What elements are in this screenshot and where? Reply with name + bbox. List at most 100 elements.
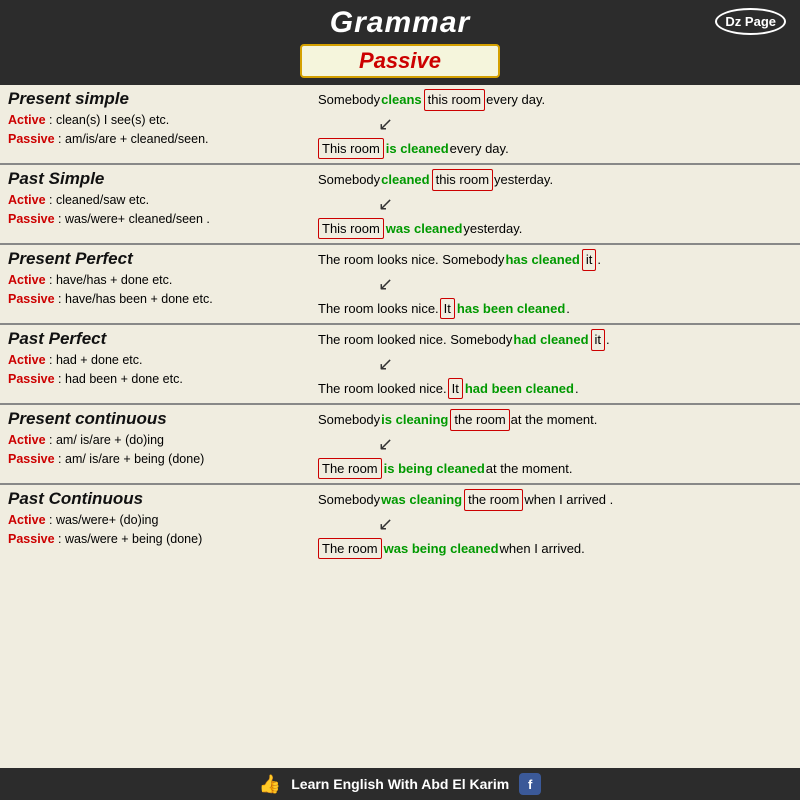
- green-word: was being cleaned: [384, 539, 499, 559]
- passive-label: Passive: [8, 372, 55, 386]
- passive-rule-text: was/were+ cleaned/seen .: [65, 212, 210, 226]
- boxed-word: this room: [424, 89, 485, 111]
- active-rule: Active : have/has + done etc.: [8, 271, 312, 290]
- right-col: Somebody cleaned this room yesterday. ↙ …: [318, 169, 792, 239]
- active-label: Active: [8, 193, 46, 207]
- green-word: is cleaning: [381, 410, 448, 430]
- active-example: Somebody was cleaning the room when I ar…: [318, 489, 792, 511]
- passive-rule: Passive : am/is/are + cleaned/seen.: [8, 130, 312, 149]
- text: every day.: [486, 90, 545, 110]
- passive-example: The room is being cleaned at the moment.: [318, 458, 792, 480]
- active-example: Somebody cleans this room every day.: [318, 89, 792, 111]
- section-title: Present continuous: [8, 409, 312, 429]
- right-col: Somebody cleans this room every day. ↙ T…: [318, 89, 792, 159]
- active-rule-text: had + done etc.: [56, 353, 143, 367]
- passive-rule-text: had been + done etc.: [65, 372, 183, 386]
- boxed-word: the room: [464, 489, 523, 511]
- passive-rule: Passive : was/were+ cleaned/seen .: [8, 210, 312, 229]
- header: Grammar Dz Page Passive: [0, 0, 800, 85]
- fb-icon: f: [519, 773, 541, 795]
- section-past-continuous: Past Continuous Active : was/were+ (do)i…: [0, 485, 800, 563]
- text: every day.: [450, 139, 509, 159]
- green-word: is being cleaned: [384, 459, 485, 479]
- text: at the moment.: [486, 459, 573, 479]
- boxed-word: This room: [318, 218, 384, 240]
- boxed-word: this room: [432, 169, 493, 191]
- left-col: Present continuous Active : am/ is/are +…: [8, 409, 318, 479]
- passive-label: Passive: [8, 452, 55, 466]
- active-label: Active: [8, 433, 46, 447]
- section-title: Present simple: [8, 89, 312, 109]
- passive-label: Passive: [8, 292, 55, 306]
- boxed-word: The room: [318, 458, 382, 480]
- passive-rule: Passive : had been + done etc.: [8, 370, 312, 389]
- green-word: was cleaning: [381, 490, 462, 510]
- passive-rule: Passive : am/ is/are + being (done): [8, 450, 312, 469]
- passive-rule-text: am/is/are + cleaned/seen.: [65, 132, 209, 146]
- text: at the moment.: [511, 410, 598, 430]
- section-title: Present Perfect: [8, 249, 312, 269]
- boxed-word: The room: [318, 538, 382, 560]
- text: Somebody: [318, 410, 380, 430]
- arrow: ↙: [378, 514, 792, 535]
- section-present-simple: Present simple Active : clean(s) I see(s…: [0, 85, 800, 165]
- left-col: Past Simple Active : cleaned/saw etc. Pa…: [8, 169, 318, 239]
- passive-label: Passive: [8, 532, 55, 546]
- arrow: ↙: [378, 354, 792, 375]
- active-rule-text: clean(s) I see(s) etc.: [56, 113, 169, 127]
- passive-rule: Passive : have/has been + done etc.: [8, 290, 312, 309]
- text: .: [566, 299, 570, 319]
- passive-example: This room is cleaned every day.: [318, 138, 792, 160]
- passive-label: Passive: [359, 48, 441, 73]
- text: Somebody: [318, 170, 380, 190]
- passive-rule-text: have/has been + done etc.: [65, 292, 213, 306]
- left-col: Past Perfect Active : had + done etc. Pa…: [8, 329, 318, 399]
- boxed-word: it: [582, 249, 597, 271]
- section-past-perfect: Past Perfect Active : had + done etc. Pa…: [0, 325, 800, 405]
- arrow: ↙: [378, 274, 792, 295]
- thumb-icon: 👍: [259, 774, 281, 795]
- arrow: ↙: [378, 194, 792, 215]
- boxed-word: It: [440, 298, 455, 320]
- active-rule-text: have/has + done etc.: [56, 273, 172, 287]
- green-word: cleaned: [381, 170, 429, 190]
- page: Grammar Dz Page Passive Present simple A…: [0, 0, 800, 800]
- right-col: The room looked nice. Somebody had clean…: [318, 329, 792, 399]
- passive-example: This room was cleaned yesterday.: [318, 218, 792, 240]
- left-col: Present simple Active : clean(s) I see(s…: [8, 89, 318, 159]
- left-col: Past Continuous Active : was/were+ (do)i…: [8, 489, 318, 559]
- boxed-word: it: [591, 329, 606, 351]
- arrow: ↙: [378, 434, 792, 455]
- footer-text: Learn English With Abd El Karim: [291, 776, 509, 792]
- right-col: The room looks nice. Somebody has cleane…: [318, 249, 792, 319]
- section-title: Past Perfect: [8, 329, 312, 349]
- section-present-continuous: Present continuous Active : am/ is/are +…: [0, 405, 800, 485]
- green-word: is cleaned: [386, 139, 449, 159]
- passive-example: The room was being cleaned when I arrive…: [318, 538, 792, 560]
- passive-example: The room looks nice. It has been cleaned…: [318, 298, 792, 320]
- active-rule: Active : had + done etc.: [8, 351, 312, 370]
- text: The room looks nice. Somebody: [318, 250, 504, 270]
- passive-example: The room looked nice. It had been cleane…: [318, 378, 792, 400]
- footer: 👍 Learn English With Abd El Karim f: [0, 768, 800, 800]
- active-example: Somebody cleaned this room yesterday.: [318, 169, 792, 191]
- green-word: was cleaned: [386, 219, 463, 239]
- boxed-word: It: [448, 378, 463, 400]
- green-word: had cleaned: [513, 330, 588, 350]
- active-example: The room looked nice. Somebody had clean…: [318, 329, 792, 351]
- text: Somebody: [318, 90, 380, 110]
- text: yesterday.: [494, 170, 553, 190]
- boxed-word: the room: [450, 409, 509, 431]
- active-label: Active: [8, 113, 46, 127]
- active-rule: Active : am/ is/are + (do)ing: [8, 431, 312, 450]
- text: when I arrived .: [524, 490, 613, 510]
- green-word: has been cleaned: [457, 299, 565, 319]
- text: yesterday.: [463, 219, 522, 239]
- dz-badge: Dz Page: [715, 8, 786, 35]
- section-title: Past Continuous: [8, 489, 312, 509]
- text: .: [575, 379, 579, 399]
- text: .: [606, 330, 610, 350]
- green-word: has cleaned: [505, 250, 579, 270]
- passive-rule-text: was/were + being (done): [65, 532, 202, 546]
- left-col: Present Perfect Active : have/has + done…: [8, 249, 318, 319]
